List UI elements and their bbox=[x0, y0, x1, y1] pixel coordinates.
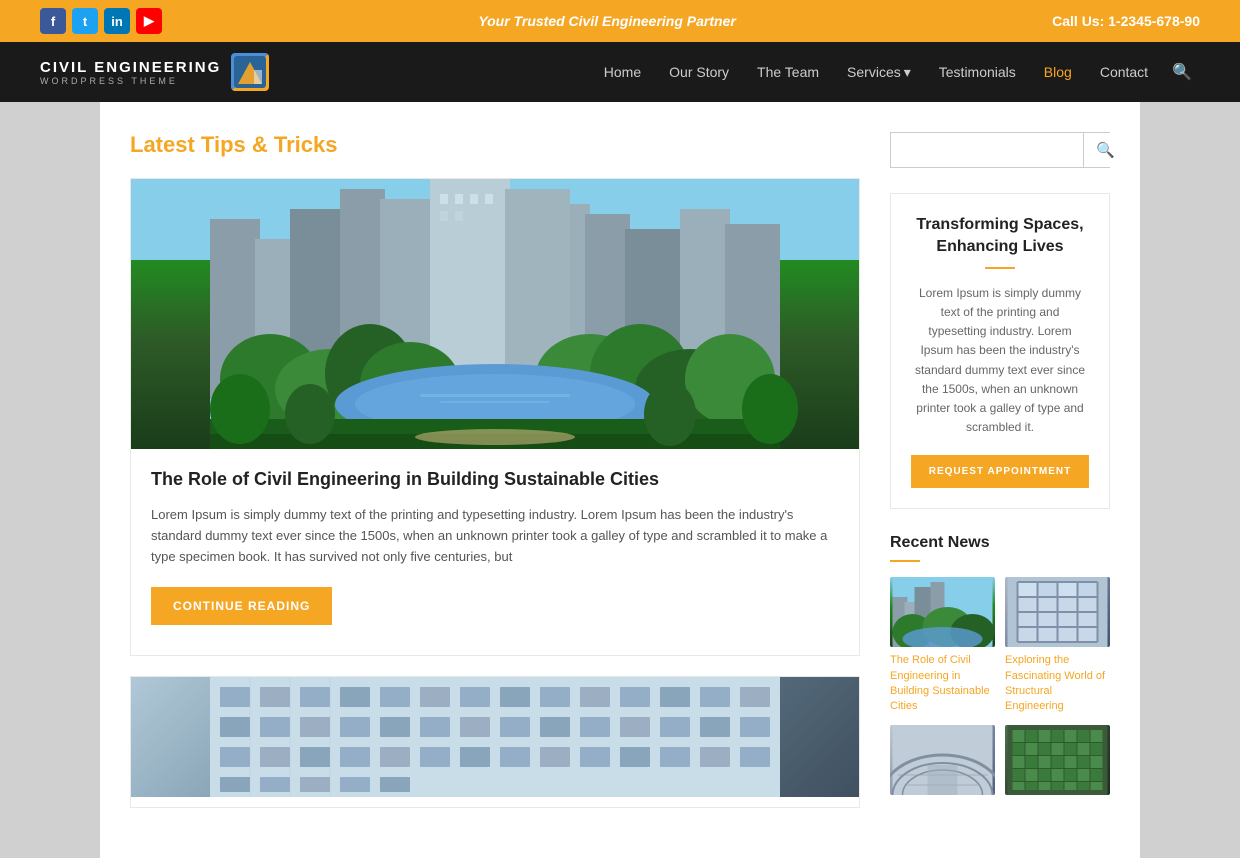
right-sidebar: 🔍 Transforming Spaces, Enhancing Lives L… bbox=[890, 132, 1110, 828]
search-box: 🔍 bbox=[890, 132, 1110, 168]
search-input[interactable] bbox=[891, 133, 1083, 167]
recent-news-section: Recent News bbox=[890, 534, 1110, 801]
nav-services-label: Services bbox=[847, 64, 901, 80]
recent-news-title: Recent News bbox=[890, 534, 1110, 552]
sidebar-card-divider bbox=[985, 267, 1015, 269]
social-icons: f t in ▶ bbox=[40, 8, 162, 34]
sidebar-card: Transforming Spaces, Enhancing Lives Lor… bbox=[890, 193, 1110, 509]
logo-subtitle: WORDPRESS THEME bbox=[40, 76, 221, 86]
search-icon[interactable]: 🔍 bbox=[1164, 54, 1200, 90]
tagline: Your Trusted Civil Engineering Partner bbox=[478, 13, 736, 29]
news-item-2[interactable]: Exploring the Fascinating World of Struc… bbox=[1005, 577, 1110, 715]
post-body: The Role of Civil Engineering in Buildin… bbox=[131, 449, 859, 645]
post-excerpt: Lorem Ipsum is simply dummy text of the … bbox=[151, 505, 839, 567]
nav-testimonials[interactable]: Testimonials bbox=[927, 56, 1028, 88]
main-content: Latest Tips & Tricks bbox=[100, 102, 1140, 858]
nav-links: Home Our Story The Team Services ▾ Testi… bbox=[592, 54, 1200, 90]
post-2-image bbox=[131, 677, 859, 797]
news-thumb-3 bbox=[890, 725, 995, 795]
news-item-3[interactable] bbox=[890, 725, 995, 801]
recent-news-divider bbox=[890, 560, 920, 562]
post-card: The Role of Civil Engineering in Buildin… bbox=[130, 178, 860, 656]
post-title: The Role of Civil Engineering in Buildin… bbox=[151, 469, 839, 490]
facebook-icon[interactable]: f bbox=[40, 8, 66, 34]
twitter-icon[interactable]: t bbox=[72, 8, 98, 34]
news-grid: The Role of Civil Engineering in Buildin… bbox=[890, 577, 1110, 801]
nav-our-story[interactable]: Our Story bbox=[657, 56, 741, 88]
logo-icon bbox=[231, 53, 269, 91]
sidebar-card-title: Transforming Spaces, Enhancing Lives bbox=[911, 214, 1089, 259]
left-column: Latest Tips & Tricks bbox=[130, 132, 860, 828]
nav-bar: CIVIL ENGINEERING WORDPRESS THEME Home O… bbox=[0, 42, 1240, 102]
news-thumb-4 bbox=[1005, 725, 1110, 795]
news-item-1-title[interactable]: The Role of Civil Engineering in Buildin… bbox=[890, 653, 995, 715]
youtube-icon[interactable]: ▶ bbox=[136, 8, 162, 34]
news-item-4[interactable] bbox=[1005, 725, 1110, 801]
nav-blog[interactable]: Blog bbox=[1032, 56, 1084, 88]
dropdown-arrow-icon: ▾ bbox=[904, 64, 911, 81]
section-title: Latest Tips & Tricks bbox=[130, 132, 860, 158]
nav-services[interactable]: Services ▾ bbox=[835, 56, 923, 89]
sidebar-card-text: Lorem Ipsum is simply dummy text of the … bbox=[911, 284, 1089, 438]
search-button[interactable]: 🔍 bbox=[1083, 133, 1127, 167]
continue-reading-button[interactable]: CONTINUE READING bbox=[151, 587, 332, 625]
nav-home[interactable]: Home bbox=[592, 56, 653, 88]
logo-text: CIVIL ENGINEERING WORDPRESS THEME bbox=[40, 59, 221, 86]
news-thumb-1 bbox=[890, 577, 995, 647]
post-featured-image bbox=[131, 179, 859, 449]
top-bar: f t in ▶ Your Trusted Civil Engineering … bbox=[0, 0, 1240, 42]
logo[interactable]: CIVIL ENGINEERING WORDPRESS THEME bbox=[40, 53, 269, 91]
page-wrapper: f t in ▶ Your Trusted Civil Engineering … bbox=[0, 0, 1240, 858]
logo-title: CIVIL ENGINEERING bbox=[40, 59, 221, 76]
news-item-1[interactable]: The Role of Civil Engineering in Buildin… bbox=[890, 577, 995, 715]
nav-contact[interactable]: Contact bbox=[1088, 56, 1160, 88]
post-card-2 bbox=[130, 676, 860, 808]
phone-number: Call Us: 1-2345-678-90 bbox=[1052, 13, 1200, 29]
appointment-button[interactable]: REQUEST APPOINTMENT bbox=[911, 455, 1089, 488]
news-thumb-2 bbox=[1005, 577, 1110, 647]
linkedin-icon[interactable]: in bbox=[104, 8, 130, 34]
news-item-2-title[interactable]: Exploring the Fascinating World of Struc… bbox=[1005, 653, 1110, 715]
nav-the-team[interactable]: The Team bbox=[745, 56, 831, 88]
